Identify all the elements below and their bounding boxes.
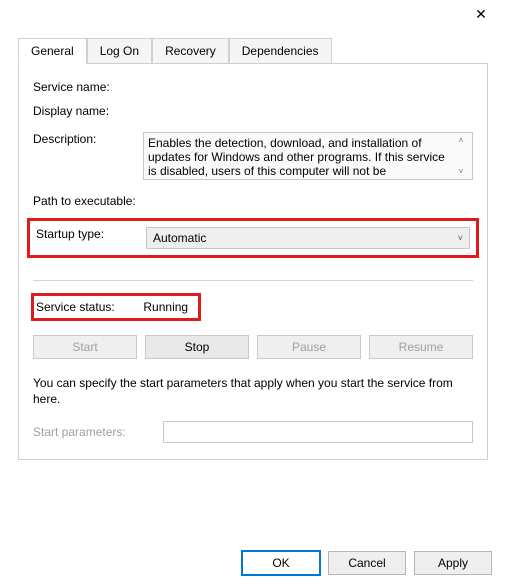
separator: [33, 280, 473, 281]
tab-panel-general: Service name: Display name: Description:…: [18, 64, 488, 460]
tab-recovery[interactable]: Recovery: [152, 38, 229, 63]
apply-button[interactable]: Apply: [414, 551, 492, 575]
description-box[interactable]: Enables the detection, download, and ins…: [143, 132, 473, 180]
tab-general[interactable]: General: [18, 38, 87, 64]
label-startup-type: Startup type:: [36, 227, 146, 241]
stop-button[interactable]: Stop: [145, 335, 249, 359]
start-params-hint: You can specify the start parameters tha…: [33, 375, 473, 407]
dialog-buttons: OK Cancel Apply: [242, 551, 492, 575]
service-control-buttons: Start Stop Pause Resume: [33, 335, 473, 359]
startup-type-select[interactable]: Automatic ˅: [146, 227, 470, 249]
startup-type-value: Automatic: [153, 231, 206, 245]
ok-button[interactable]: OK: [242, 551, 320, 575]
label-service-name: Service name:: [33, 80, 143, 94]
highlight-service-status: Service status: Running: [31, 293, 201, 321]
highlight-startup-type: Startup type: Automatic ˅: [27, 218, 479, 258]
scroll-up-icon[interactable]: ˄: [459, 136, 464, 145]
label-service-status: Service status:: [36, 300, 115, 314]
label-start-params: Start parameters:: [33, 425, 163, 439]
tabstrip: General Log On Recovery Dependencies: [18, 38, 488, 64]
start-button: Start: [33, 335, 137, 359]
dialog-body: General Log On Recovery Dependencies Ser…: [0, 28, 506, 470]
description-text: Enables the detection, download, and ins…: [148, 136, 454, 176]
resume-button: Resume: [369, 335, 473, 359]
start-params-input: [163, 421, 473, 443]
label-display-name: Display name:: [33, 104, 143, 118]
cancel-button[interactable]: Cancel: [328, 551, 406, 575]
tab-dependencies[interactable]: Dependencies: [229, 38, 332, 63]
pause-button: Pause: [257, 335, 361, 359]
description-scrollbar[interactable]: ˄ ˅: [454, 136, 468, 176]
label-description: Description:: [33, 132, 143, 146]
chevron-down-icon: ˅: [458, 233, 463, 243]
label-path: Path to executable:: [33, 194, 173, 208]
tab-logon[interactable]: Log On: [87, 38, 152, 63]
scroll-down-icon[interactable]: ˅: [459, 167, 464, 176]
close-icon[interactable]: ✕: [466, 6, 496, 23]
titlebar: ✕: [0, 0, 506, 28]
value-service-status: Running: [143, 300, 188, 314]
